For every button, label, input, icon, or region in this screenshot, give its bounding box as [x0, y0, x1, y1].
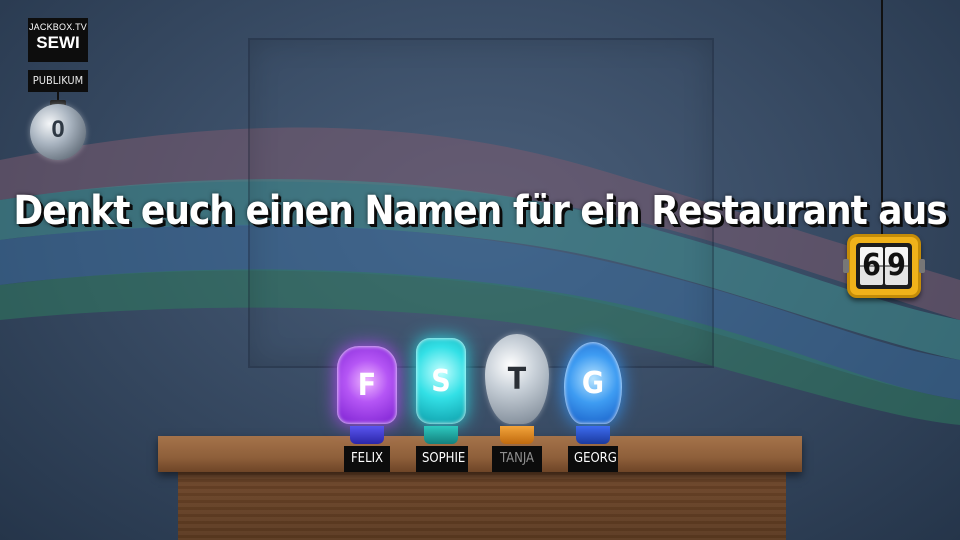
- player-bulb-glass: F: [337, 346, 397, 424]
- timer-knob-left: [843, 259, 849, 273]
- player-name-georg: GEORG: [568, 446, 618, 472]
- player-bulb-base: [576, 426, 610, 444]
- player-bulb-base: [500, 426, 534, 444]
- player-bulb-glass: S: [416, 338, 466, 424]
- site-label: JACKBOX.TV: [28, 22, 87, 32]
- audience-bulb-icon: 0: [30, 100, 86, 160]
- player-bulb-base: [424, 426, 458, 444]
- timer-digit-tens: 6: [860, 247, 883, 285]
- player-name-sophie: SOPHIE: [416, 446, 468, 472]
- player-name-felix: FELIX: [344, 446, 390, 472]
- player-bulb-base: [350, 426, 384, 444]
- countdown-timer: 6 9: [843, 234, 925, 298]
- player-name-tanja: TANJA: [492, 446, 542, 472]
- prompt-text: Denkt euch einen Namen für ein Restauran…: [13, 188, 947, 234]
- room-code-badge: JACKBOX.TV SEWI: [28, 18, 88, 62]
- timer-face: 6 9: [856, 243, 912, 289]
- audience-label: PUBLIKUM: [28, 70, 88, 92]
- timer-knob-right: [919, 259, 925, 273]
- shelf-top: [158, 436, 802, 472]
- shelf-base: [178, 472, 786, 540]
- audience-count: 0: [51, 116, 65, 143]
- room-code: SEWI: [36, 33, 80, 52]
- player-bulb-glass: T: [485, 334, 549, 424]
- player-bulb-glass: G: [564, 342, 622, 424]
- timer-digit-ones: 9: [885, 247, 908, 285]
